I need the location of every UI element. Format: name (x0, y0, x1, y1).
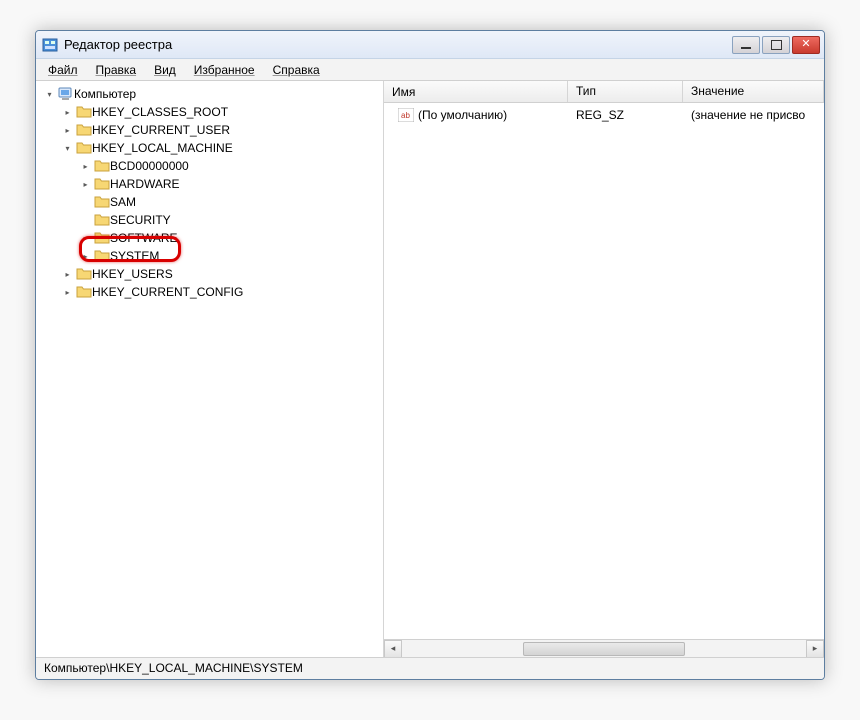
folder-icon (76, 284, 92, 300)
tree-item-label: HKEY_USERS (92, 267, 173, 281)
menubar: Файл Правка Вид Избранное Справка (36, 59, 824, 81)
maximize-button[interactable] (762, 36, 790, 54)
statusbar: Компьютер\HKEY_LOCAL_MACHINE\SYSTEM (36, 657, 824, 679)
scroll-track[interactable] (402, 640, 806, 657)
tree-item-label: HKEY_CURRENT_USER (92, 123, 230, 137)
regedit-icon (42, 37, 58, 53)
expander-icon[interactable]: ▸ (80, 251, 91, 262)
tree-item-hku[interactable]: ▸ HKEY_USERS (38, 265, 381, 283)
menu-favorites[interactable]: Избранное (186, 61, 263, 79)
col-header-name[interactable]: Имя (384, 81, 568, 102)
tree-item-label: HARDWARE (110, 177, 180, 191)
expander-icon[interactable]: ▾ (44, 89, 55, 100)
window-title: Редактор реестра (64, 37, 730, 52)
expander-icon[interactable]: ▸ (62, 125, 73, 136)
minimize-button[interactable] (732, 36, 760, 54)
statusbar-path: Компьютер\HKEY_LOCAL_MACHINE\SYSTEM (44, 661, 303, 675)
tree-item-label: HKEY_LOCAL_MACHINE (92, 141, 233, 155)
folder-icon (76, 266, 92, 282)
scroll-left-button[interactable]: ◂ (384, 640, 402, 658)
tree-item-hklm[interactable]: ▾ HKEY_LOCAL_MACHINE (38, 139, 381, 157)
menu-help[interactable]: Справка (265, 61, 328, 79)
menu-file[interactable]: Файл (40, 61, 86, 79)
tree-item-label: SYSTEM (110, 249, 159, 263)
tree-item-software[interactable]: ▸ SOFTWARE (38, 229, 381, 247)
list-pane: Имя Тип Значение ab (По умолчанию) (384, 81, 824, 657)
expander-icon[interactable]: ▸ (80, 179, 91, 190)
tree-item-label: BCD00000000 (110, 159, 189, 173)
list-cell-name: (По умолчанию) (418, 108, 507, 122)
titlebar: Редактор реестра (36, 31, 824, 59)
string-value-icon: ab (398, 108, 414, 122)
tree-item-label: SECURITY (110, 213, 171, 227)
tree-item-hardware[interactable]: ▸ HARDWARE (38, 175, 381, 193)
computer-icon (58, 86, 74, 102)
tree-item-hkcc[interactable]: ▸ HKEY_CURRENT_CONFIG (38, 283, 381, 301)
tree-item-system[interactable]: ▸ SYSTEM (38, 247, 381, 265)
folder-icon (94, 176, 110, 192)
tree-root-label: Компьютер (74, 87, 136, 101)
tree-item-bcd[interactable]: ▸ BCD00000000 (38, 157, 381, 175)
list-row[interactable]: ab (По умолчанию) REG_SZ (значение не пр… (384, 106, 824, 124)
col-header-type[interactable]: Тип (568, 81, 683, 102)
tree-item-label: HKEY_CURRENT_CONFIG (92, 285, 243, 299)
folder-icon (94, 230, 110, 246)
registry-editor-window: Редактор реестра Файл Правка Вид Избранн… (35, 30, 825, 680)
expander-icon[interactable]: ▸ (62, 269, 73, 280)
menu-view[interactable]: Вид (146, 61, 184, 79)
content-area: ▾ Компьютер ▸ HKEY_CLASSES_ROOT (36, 81, 824, 657)
tree-item-label: SOFTWARE (110, 231, 178, 245)
folder-icon (76, 122, 92, 138)
menu-edit[interactable]: Правка (88, 61, 145, 79)
list-cell-value: (значение не присво (683, 108, 824, 122)
tree-item-sam[interactable]: ▸ SAM (38, 193, 381, 211)
folder-icon (94, 212, 110, 228)
tree-item-label: SAM (110, 195, 136, 209)
folder-icon (76, 140, 92, 156)
scroll-thumb[interactable] (523, 642, 685, 656)
svg-text:ab: ab (401, 111, 410, 120)
expander-icon[interactable]: ▸ (62, 107, 73, 118)
horizontal-scrollbar[interactable]: ◂ ▸ (384, 639, 824, 657)
list-header: Имя Тип Значение (384, 81, 824, 103)
folder-icon (94, 248, 110, 264)
scroll-right-button[interactable]: ▸ (806, 640, 824, 658)
tree-pane[interactable]: ▾ Компьютер ▸ HKEY_CLASSES_ROOT (36, 81, 384, 657)
expander-icon[interactable]: ▸ (62, 287, 73, 298)
folder-icon (94, 194, 110, 210)
folder-icon (76, 104, 92, 120)
expander-icon[interactable]: ▸ (80, 233, 91, 244)
list-body[interactable]: ab (По умолчанию) REG_SZ (значение не пр… (384, 103, 824, 639)
tree-item-hkcr[interactable]: ▸ HKEY_CLASSES_ROOT (38, 103, 381, 121)
expander-icon[interactable]: ▾ (62, 143, 73, 154)
expander-icon[interactable]: ▸ (80, 161, 91, 172)
tree-root[interactable]: ▾ Компьютер (38, 85, 381, 103)
close-button[interactable] (792, 36, 820, 54)
tree-item-label: HKEY_CLASSES_ROOT (92, 105, 228, 119)
list-cell-type: REG_SZ (568, 108, 683, 122)
tree-item-hkcu[interactable]: ▸ HKEY_CURRENT_USER (38, 121, 381, 139)
tree-item-security[interactable]: ▸ SECURITY (38, 211, 381, 229)
col-header-value[interactable]: Значение (683, 81, 824, 102)
folder-icon (94, 158, 110, 174)
